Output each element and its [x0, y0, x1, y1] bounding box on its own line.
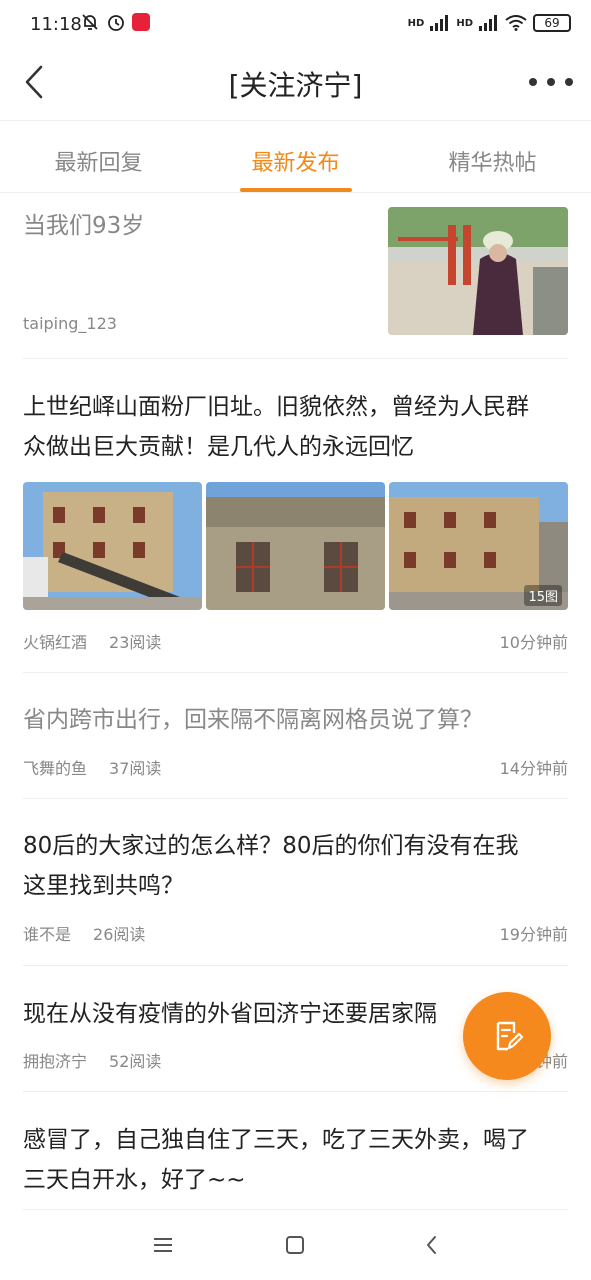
- post-title-line-2: 众做出巨大贡献！是几代人的永远回忆: [23, 434, 414, 460]
- post-author: 拥抱济宁: [23, 1052, 88, 1071]
- post-author: taiping_123: [23, 314, 117, 333]
- menu-icon: [154, 1238, 172, 1252]
- app-notification-icon: [132, 13, 150, 31]
- more-options-button[interactable]: [529, 64, 573, 100]
- chevron-left-icon: [25, 65, 43, 99]
- post-read-count: 52阅读: [109, 1052, 162, 1071]
- page-title: [关注济宁]: [228, 69, 363, 102]
- post-meta: 谁不是 26阅读 19分钟前: [23, 921, 568, 945]
- post-image: 15图: [389, 482, 568, 610]
- tab-latest-replies[interactable]: 最新回复: [0, 121, 197, 192]
- list-item[interactable]: 省内跨市出行，回来隔不隔离网格员说了算？ 飞舞的鱼 37阅读 14分钟前: [23, 673, 568, 798]
- home-nav-button[interactable]: [280, 1230, 310, 1260]
- compose-post-button[interactable]: [463, 992, 551, 1080]
- post-image: [23, 482, 202, 610]
- post-meta: 火锅红酒 23阅读 10分钟前: [23, 629, 568, 653]
- post-title: 省内跨市出行，回来隔不隔离网格员说了算？: [23, 707, 483, 733]
- post-title-line-1: 80后的大家过的怎么样？80后的你们有没有在我: [23, 833, 519, 859]
- post-image-row: 15图: [23, 482, 568, 610]
- image-count-badge: 15图: [524, 585, 562, 606]
- post-author: 飞舞的鱼: [23, 759, 88, 778]
- chevron-left-icon: [427, 1236, 436, 1254]
- status-bar: 11:18 HD HD 69: [0, 0, 591, 50]
- post-read-count: 26阅读: [93, 925, 146, 944]
- wifi-icon: [505, 15, 527, 31]
- home-square-icon: [286, 1236, 304, 1254]
- back-button[interactable]: [14, 62, 54, 102]
- signal-icon: [430, 15, 449, 31]
- post-title-line-2: 三天白开水，好了~~: [23, 1167, 246, 1193]
- post-author: 火锅红酒: [23, 633, 88, 652]
- edit-note-icon: [496, 1021, 524, 1051]
- system-navigation-bar: [0, 1210, 591, 1280]
- header: [关注济宁]: [0, 50, 591, 120]
- status-time: 11:18: [30, 14, 82, 35]
- signal-label-1: HD: [407, 17, 425, 29]
- list-item[interactable]: 80后的大家过的怎么样？80后的你们有没有在我 这里找到共鸣？ 谁不是 26阅读…: [23, 799, 568, 965]
- post-read-count: 23阅读: [109, 633, 162, 652]
- alarm-icon: [108, 15, 124, 31]
- tab-bar: 最新回复 最新发布 精华热帖: [0, 120, 591, 193]
- post-meta: 飞舞的鱼 37阅读 14分钟前: [23, 755, 568, 779]
- list-item[interactable]: 感冒了，自己独自住了三天，吃了三天外卖，喝了 三天白开水，好了~~: [23, 1092, 568, 1210]
- post-thumbnail: [388, 207, 568, 335]
- menu-nav-button[interactable]: [148, 1230, 178, 1260]
- more-dot-icon: [547, 78, 555, 86]
- post-meta: taiping_123: [23, 314, 139, 333]
- more-dot-icon: [529, 78, 537, 86]
- post-time: 14分钟前: [499, 759, 568, 778]
- battery-indicator: 69: [533, 14, 571, 32]
- post-time: 19分钟前: [499, 925, 568, 944]
- post-author: 谁不是: [23, 925, 72, 944]
- post-title-line-1: 上世纪峄山面粉厂旧址。旧貌依然，曾经为人民群: [23, 394, 529, 420]
- list-item[interactable]: 当我们93岁 taiping_123: [23, 194, 568, 358]
- signal-label-2: HD: [456, 17, 473, 29]
- signal-icon: [479, 15, 497, 31]
- back-nav-button[interactable]: [416, 1230, 446, 1260]
- post-time: 10分钟前: [499, 633, 568, 652]
- post-read-count: 37阅读: [109, 759, 162, 778]
- mute-bell-icon: [82, 14, 98, 30]
- post-image: [206, 482, 385, 610]
- tab-featured[interactable]: 精华热帖: [394, 121, 591, 192]
- post-title: 当我们93岁: [23, 213, 145, 239]
- tab-latest-posts[interactable]: 最新发布: [197, 121, 394, 192]
- post-title-line-1: 感冒了，自己独自住了三天，吃了三天外卖，喝了: [23, 1127, 529, 1153]
- list-item[interactable]: 上世纪峄山面粉厂旧址。旧貌依然，曾经为人民群 众做出巨大贡献！是几代人的永远回忆: [23, 359, 568, 672]
- post-title-line-2: 这里找到共鸣？: [23, 873, 184, 899]
- more-dot-icon: [565, 78, 573, 86]
